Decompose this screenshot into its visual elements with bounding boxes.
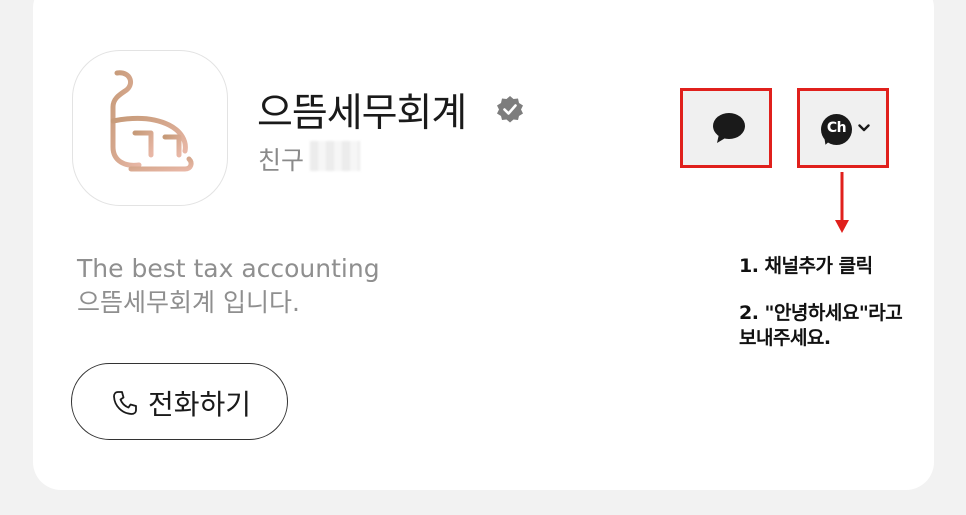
description-line-2: 으뜸세무회계 입니다.	[77, 288, 300, 317]
description-line-1: The best tax accounting	[77, 254, 380, 283]
call-button[interactable]: 전화하기	[71, 363, 288, 440]
friends-count-blurred	[310, 141, 360, 171]
add-channel-button[interactable]: Ch	[797, 88, 889, 168]
friends-count-label: 친구	[258, 146, 305, 175]
instruction-step-2-line-2: 보내주세요.	[739, 327, 831, 349]
channel-name: 으뜸세무회계	[257, 91, 467, 136]
instruction-step-1: 1. 채널추가 클릭	[739, 255, 873, 277]
call-button-label: 전화하기	[148, 388, 252, 421]
channel-logo	[72, 50, 228, 206]
chevron-down-icon	[858, 124, 870, 132]
channel-description: The best tax accounting 으뜸세무회계 입니다.	[77, 252, 380, 320]
phone-icon	[113, 391, 137, 415]
instruction-step-2-line-1: 2. "안녕하세요"라고	[739, 302, 903, 324]
red-arrow-down	[835, 172, 849, 233]
chat-button[interactable]	[680, 88, 772, 168]
chat-bubble-icon	[713, 113, 745, 143]
channel-logo-mark	[110, 70, 194, 172]
channel-icon-text: Ch	[826, 120, 847, 136]
verified-badge-icon	[497, 96, 523, 123]
instruction-step-2: 2. "안녕하세요"라고 보내주세요.	[739, 301, 903, 351]
